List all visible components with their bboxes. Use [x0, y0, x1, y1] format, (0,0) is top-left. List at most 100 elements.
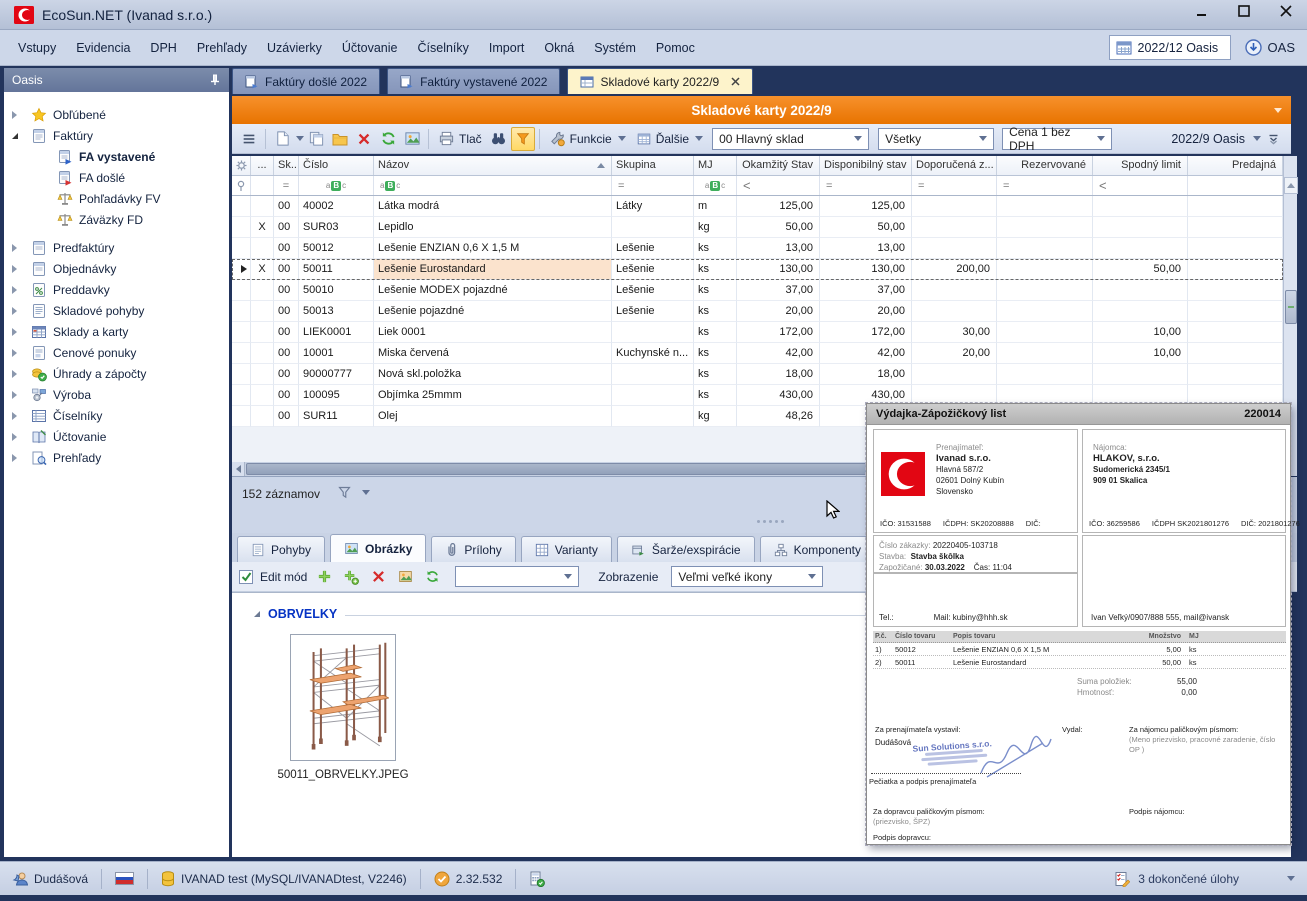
cell-disponibilny[interactable]: 42,00 [820, 343, 912, 364]
menu-item[interactable]: Systém [584, 36, 646, 60]
cell-flag[interactable] [251, 196, 274, 217]
cell-skupina[interactable] [612, 322, 694, 343]
menu-item[interactable]: Okná [534, 36, 584, 60]
menu-item[interactable]: Účtovanie [332, 36, 408, 60]
cell-skupina[interactable] [612, 364, 694, 385]
cell-skupina[interactable]: Látky [612, 196, 694, 217]
toolbar-period[interactable]: 2022/9 Oasis [1171, 132, 1286, 146]
cell-mj[interactable]: ks [694, 385, 737, 406]
tab-faktury-vystavene[interactable]: Faktúry vystavené 2022 [387, 68, 560, 94]
cell-disponibilny[interactable]: 172,00 [820, 322, 912, 343]
cell-doporucena[interactable] [912, 196, 997, 217]
filter-cell-sk[interactable]: = [274, 176, 299, 195]
cell-skupina[interactable]: Lešenie [612, 259, 694, 280]
cell-spodny[interactable] [1093, 364, 1188, 385]
cell-doporucena[interactable]: 200,00 [912, 259, 997, 280]
cell-nazov[interactable]: Lešenie Eurostandard [374, 259, 612, 280]
table-row[interactable]: 00 40002 Látka modrá Látky m 125,00 125,… [232, 196, 1283, 217]
cell-okamzity[interactable]: 430,00 [737, 385, 820, 406]
cell-nazov[interactable]: Lešenie ENZIAN 0,6 X 1,5 M [374, 238, 612, 259]
table-row[interactable]: 00 50012 Lešenie ENZIAN 0,6 X 1,5 M Leše… [232, 238, 1283, 259]
cell-cislo[interactable]: 100095 [299, 385, 374, 406]
table-row[interactable]: 00 10001 Miska červená Kuchynské n... ks… [232, 343, 1283, 364]
cell-predajna[interactable] [1188, 280, 1283, 301]
filter-cell-spodny[interactable]: < [1093, 176, 1188, 195]
cell-sklad[interactable]: 00 [274, 280, 299, 301]
expander-icon[interactable] [12, 286, 25, 294]
cell-okamzity[interactable]: 13,00 [737, 238, 820, 259]
cell-okamzity[interactable]: 125,00 [737, 196, 820, 217]
cell-sklad[interactable]: 00 [274, 385, 299, 406]
cell-disponibilny[interactable]: 13,00 [820, 238, 912, 259]
sidebar-item-zavazky-fd[interactable]: Záväzky FD [4, 209, 229, 230]
column-header-mj[interactable]: MJ [694, 156, 737, 175]
delete-record-button[interactable] [352, 127, 376, 151]
cell-doporucena[interactable]: 30,00 [912, 322, 997, 343]
cell-skupina[interactable] [612, 406, 694, 427]
filter-cell-doporucena[interactable]: = [912, 176, 997, 195]
new-record-button[interactable] [270, 127, 294, 151]
column-header-rezervovane[interactable]: Rezervované [997, 156, 1093, 175]
cell-cislo[interactable]: 50010 [299, 280, 374, 301]
refresh-button[interactable] [376, 127, 400, 151]
cell-sklad[interactable]: 00 [274, 238, 299, 259]
cell-nazov[interactable]: Objímka 25mmm [374, 385, 612, 406]
new-record-dropdown-icon[interactable] [296, 136, 304, 141]
cell-mj[interactable]: kg [694, 217, 737, 238]
cell-cislo[interactable]: SUR11 [299, 406, 374, 427]
grid-menu-button[interactable] [237, 127, 261, 151]
panel-menu-arrow-icon[interactable] [1274, 108, 1282, 113]
cell-flag[interactable] [251, 385, 274, 406]
scroll-left-button[interactable] [232, 462, 245, 476]
cell-disponibilny[interactable]: 20,00 [820, 301, 912, 322]
cell-mj[interactable]: m [694, 196, 737, 217]
column-header-okamzity[interactable]: Okamžitý Stav [737, 156, 820, 175]
sidebar-item-preddavky[interactable]: Preddavky [4, 279, 229, 300]
sidebar-item-objednavky[interactable]: Objednávky [4, 258, 229, 279]
tab-komponenty[interactable]: Komponenty [760, 536, 875, 562]
cell-okamzity[interactable]: 50,00 [737, 217, 820, 238]
filter-cell-disponibilny[interactable]: = [820, 176, 912, 195]
tab-pohyby[interactable]: Pohyby [237, 536, 325, 562]
menu-item[interactable]: Vstupy [8, 36, 66, 60]
cell-cislo[interactable]: 50013 [299, 301, 374, 322]
print-button[interactable]: Tlač [433, 127, 487, 151]
cell-okamzity[interactable]: 18,00 [737, 364, 820, 385]
cell-sklad[interactable]: 00 [274, 406, 299, 427]
maximize-button[interactable] [1237, 4, 1251, 18]
pin-icon[interactable] [209, 74, 221, 86]
funkcie-button[interactable]: Funkcie [544, 127, 631, 151]
image-tool-button[interactable] [395, 567, 415, 587]
cell-flag[interactable] [251, 238, 274, 259]
cell-rezervovane[interactable] [997, 280, 1093, 301]
cell-flag[interactable]: X [251, 217, 274, 238]
image-thumbnail[interactable] [290, 634, 396, 761]
cell-mj[interactable]: kg [694, 406, 737, 427]
cell-skupina[interactable]: Lešenie [612, 301, 694, 322]
table-row[interactable]: 00 50013 Lešenie pojazdné Lešenie ks 20,… [232, 301, 1283, 322]
menu-item[interactable]: Import [479, 36, 534, 60]
cell-spodny[interactable] [1093, 238, 1188, 259]
column-header-nazov[interactable]: Názov [374, 156, 612, 175]
cell-mj[interactable]: ks [694, 322, 737, 343]
price-select[interactable]: Cena 1 bez DPH [1002, 128, 1112, 150]
collapse-rows-icon[interactable] [1267, 132, 1280, 145]
cell-spodny[interactable] [1093, 301, 1188, 322]
cell-cislo[interactable]: 50012 [299, 238, 374, 259]
expander-icon[interactable] [12, 265, 25, 273]
cell-predajna[interactable] [1188, 259, 1283, 280]
cell-spodny[interactable] [1093, 280, 1188, 301]
column-header-disponibilny[interactable]: Disponibilný stav [820, 156, 912, 175]
column-header-sk[interactable]: Sk... [274, 156, 299, 175]
copy-record-button[interactable] [304, 127, 328, 151]
delete-image-button[interactable] [368, 567, 388, 587]
dalsie-button[interactable]: Ďalšie [631, 127, 708, 151]
cell-spodny[interactable] [1093, 196, 1188, 217]
table-row[interactable]: 00 90000777 Nová skl.položka ks 18,00 18… [232, 364, 1283, 385]
table-row[interactable]: 00 LIEK0001 Liek 0001 ks 172,00 172,00 3… [232, 322, 1283, 343]
close-button[interactable] [1279, 4, 1293, 18]
sidebar-item-cenove-ponuky[interactable]: Cenové ponuky [4, 342, 229, 363]
cell-okamzity[interactable]: 172,00 [737, 322, 820, 343]
cell-mj[interactable]: ks [694, 259, 737, 280]
period-dropdown-icon[interactable] [1253, 136, 1261, 141]
